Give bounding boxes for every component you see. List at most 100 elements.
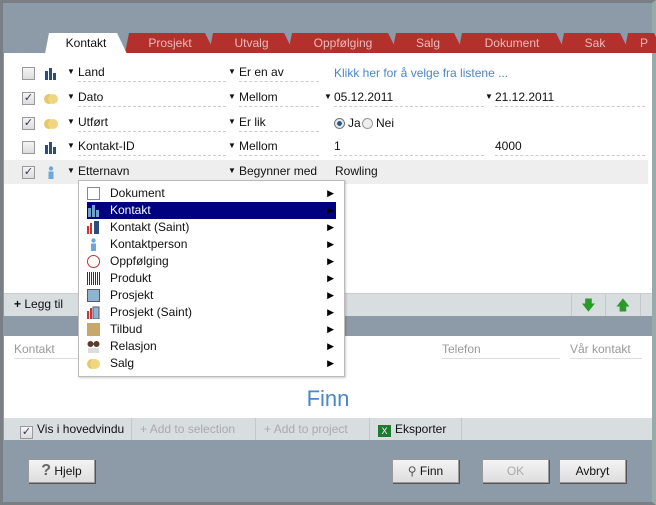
operator-dropdown-arrow[interactable]: ▼	[228, 166, 236, 175]
add-criteria-button[interactable]: + Legg til	[14, 297, 63, 311]
field-selector[interactable]: Land	[78, 65, 226, 82]
menu-item-tilbud[interactable]: Tilbud ▶	[87, 321, 336, 338]
results-toolbar: ✓ Vis i hovedvindu + Add to selection + A…	[4, 418, 652, 440]
field-selector[interactable]: Dato	[78, 90, 226, 107]
tab-sak[interactable]: Sak	[560, 33, 630, 53]
add-label: Legg til	[24, 297, 64, 311]
menu-item-kontakt[interactable]: Kontakt ▶	[87, 202, 336, 219]
move-down-button[interactable]: 🡇	[571, 294, 605, 316]
cancel-button[interactable]: Avbryt	[559, 459, 626, 483]
field-dropdown-arrow[interactable]: ▼	[67, 117, 75, 126]
operator-dropdown-arrow[interactable]: ▼	[228, 92, 236, 101]
column-var-kontakt[interactable]: Vår kontakt	[570, 342, 642, 359]
date-dropdown-arrow[interactable]: ▼	[324, 92, 332, 101]
operator-selector[interactable]: Begynner med	[239, 164, 334, 181]
menu-label: Relasjon	[110, 339, 157, 353]
arrow-down-icon: 🡇	[581, 297, 596, 313]
find-prompt[interactable]: Finn	[4, 386, 652, 412]
menu-item-salg[interactable]: Salg ▶	[87, 355, 336, 372]
date-dropdown-arrow[interactable]: ▼	[485, 92, 493, 101]
help-button[interactable]: ? Hjelp	[28, 459, 95, 483]
select-from-list-link[interactable]: Klikk her for å velge fra listene ...	[334, 66, 508, 80]
radio-ja[interactable]	[334, 118, 345, 129]
submenu-arrow-icon: ▶	[327, 222, 334, 232]
menu-label: Oppfølging	[110, 254, 169, 268]
value: Rowling	[335, 164, 378, 178]
operator-dropdown-arrow[interactable]: ▼	[228, 141, 236, 150]
from-value-field[interactable]: 1	[334, 139, 484, 156]
magnifier-icon: ⚲	[407, 464, 417, 478]
from-date-field[interactable]: 05.12.2011	[334, 90, 484, 107]
menu-item-relasjon[interactable]: Relasjon ▶	[87, 338, 336, 355]
operator-selector[interactable]: Er lik	[239, 115, 319, 132]
field-selector[interactable]: Etternavn	[78, 164, 226, 181]
menu-label: Kontakt (Saint)	[110, 220, 190, 234]
field-dropdown-arrow[interactable]: ▼	[67, 141, 75, 150]
move-up-button[interactable]: 🡅	[605, 294, 641, 316]
menu-item-produkt[interactable]: Produkt ▶	[87, 270, 336, 287]
menu-label: Kontakt	[110, 203, 151, 217]
field-dropdown-arrow[interactable]: ▼	[67, 92, 75, 101]
menu-item-kontakt-saint[interactable]: Kontakt (Saint) ▶	[87, 219, 336, 236]
operator-dropdown-arrow[interactable]: ▼	[228, 67, 236, 76]
add-to-selection-button[interactable]: + Add to selection	[132, 418, 256, 440]
plus-icon: +	[14, 297, 22, 311]
coins-icon	[44, 94, 58, 104]
show-in-main-toggle[interactable]: ✓ Vis i hovedvindu	[4, 418, 132, 440]
ok-button[interactable]: OK	[482, 459, 549, 483]
project-saint-icon	[87, 306, 100, 319]
show-in-main-checkbox[interactable]: ✓	[20, 426, 33, 439]
tab-bar: Kontakt Prosjekt Utvalg Oppfølging Salg …	[45, 33, 656, 53]
tab-oppfolging[interactable]: Oppfølging	[288, 33, 398, 53]
tab-salg[interactable]: Salg	[392, 33, 464, 53]
operator-selector[interactable]: Mellom	[239, 139, 319, 156]
tab-dokument[interactable]: Dokument	[458, 33, 566, 53]
radio-nei[interactable]	[362, 118, 373, 129]
radio-nei-label: Nei	[376, 116, 395, 130]
menu-label: Prosjekt	[110, 288, 154, 302]
tab-more[interactable]: P	[624, 33, 656, 53]
column-telefon[interactable]: Telefon	[442, 342, 560, 359]
add-to-project-button[interactable]: + Add to project	[256, 418, 370, 440]
menu-item-prosjekt[interactable]: Prosjekt ▶	[87, 287, 336, 304]
field-selector[interactable]: Utført	[78, 115, 226, 132]
row-checkbox[interactable]: ✓	[22, 117, 35, 130]
to-value: 4000	[495, 139, 522, 153]
operator-dropdown-arrow[interactable]: ▼	[228, 117, 236, 126]
tab-kontakt[interactable]: Kontakt	[45, 33, 127, 54]
field-name: Etternavn	[78, 164, 130, 178]
operator-selector[interactable]: Mellom	[239, 90, 319, 107]
menu-label: Dokument	[110, 186, 165, 200]
coins-icon	[44, 119, 58, 129]
company-icon	[45, 68, 56, 80]
field-dropdown-arrow[interactable]: ▼	[67, 67, 75, 76]
export-label: Eksporter	[395, 422, 447, 436]
submenu-arrow-icon: ▶	[327, 290, 334, 300]
to-date-field[interactable]: 21.12.2011	[495, 90, 645, 107]
operator-name: Mellom	[239, 139, 278, 153]
tab-utvalg[interactable]: Utvalg	[209, 33, 294, 53]
row-checkbox[interactable]	[22, 141, 35, 154]
find-button[interactable]: ⚲ Finn	[392, 459, 459, 483]
row-checkbox[interactable]: ✓	[22, 166, 35, 179]
to-value-field[interactable]: 4000	[495, 139, 645, 156]
field-dropdown-arrow[interactable]: ▼	[67, 166, 75, 175]
field-name: Dato	[78, 90, 104, 104]
menu-label: Kontaktperson	[110, 237, 188, 251]
company-saint-icon	[87, 221, 99, 234]
tab-prosjekt[interactable]: Prosjekt	[125, 33, 215, 53]
value-field[interactable]: Rowling	[335, 164, 485, 181]
project-icon	[87, 289, 100, 302]
export-button[interactable]: X Eksporter	[370, 418, 462, 440]
field-selector[interactable]: Kontakt-ID	[78, 139, 226, 156]
operator-selector[interactable]: Er en av	[239, 65, 319, 82]
menu-item-dokument[interactable]: Dokument ▶	[87, 185, 336, 202]
menu-item-prosjekt-saint[interactable]: Prosjekt (Saint) ▶	[87, 304, 336, 321]
menu-item-kontaktperson[interactable]: Kontaktperson ▶	[87, 236, 336, 253]
menu-label: Prosjekt (Saint)	[110, 305, 193, 319]
row-checkbox[interactable]: ✓	[22, 92, 35, 105]
row-checkbox[interactable]	[22, 67, 35, 80]
submenu-arrow-icon: ▶	[327, 324, 334, 334]
menu-item-oppfolging[interactable]: Oppfølging ▶	[87, 253, 336, 270]
field-name: Utført	[78, 115, 108, 129]
